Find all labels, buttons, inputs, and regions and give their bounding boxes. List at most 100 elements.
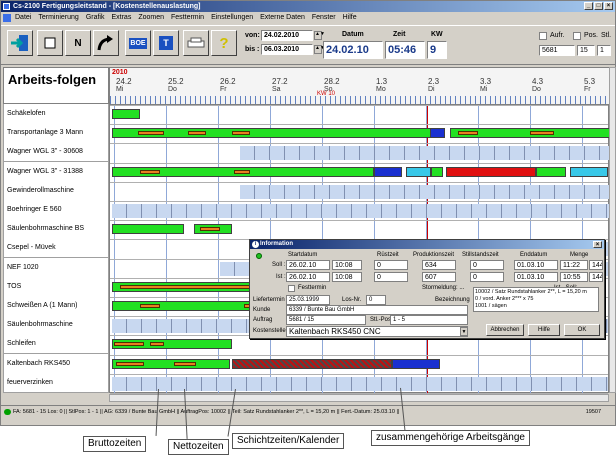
app-icon xyxy=(3,3,10,10)
col-stillstandszeit: Stillstandszeit xyxy=(462,252,499,258)
shift-calendar-cells xyxy=(112,204,610,218)
pos-checkbox[interactable] xyxy=(573,32,581,40)
von-date-field[interactable]: 24.02.2010 xyxy=(261,30,313,41)
operation-bar[interactable] xyxy=(430,128,445,139)
hilfe-button[interactable]: Hilfe xyxy=(528,324,560,336)
aufr-checkbox[interactable] xyxy=(539,32,547,40)
row-label[interactable]: Kaltenbach RKS450 xyxy=(3,353,109,374)
minimize-button[interactable]: _ xyxy=(584,2,593,10)
row-label[interactable]: Csepel - Müvek xyxy=(3,238,109,259)
dialog-close-button[interactable]: × xyxy=(593,241,602,248)
operation-bar[interactable] xyxy=(431,166,443,177)
row-label[interactable]: Säulenbohrmaschine xyxy=(3,315,109,336)
operation-bar[interactable] xyxy=(446,166,536,177)
operation-bar[interactable] xyxy=(374,166,402,177)
soll-prod-field[interactable]: 634 xyxy=(422,260,456,270)
row-label[interactable]: TOS xyxy=(3,276,109,297)
title-bar[interactable]: Cs-2100 Fertigungsleitstand - [Kostenste… xyxy=(1,1,615,12)
extra-field[interactable]: 1 xyxy=(597,45,611,56)
ok-button[interactable]: OK xyxy=(564,324,600,336)
net-time-marker xyxy=(530,131,554,136)
losnr-label: Los-Nr. xyxy=(342,297,362,303)
operation-bar[interactable] xyxy=(392,358,440,369)
abbrechen-button[interactable]: Abbrechen xyxy=(486,324,524,336)
net-time-marker xyxy=(116,361,144,366)
row-label[interactable]: Boehringer E 560 xyxy=(3,200,109,220)
menu-hilfe[interactable]: Hilfe xyxy=(343,12,357,24)
row-label[interactable]: feuerverzinken xyxy=(3,372,109,393)
row-label[interactable]: Wagner WGL 3" - 30608 xyxy=(3,142,109,163)
row-label[interactable]: Gewinderollmaschine xyxy=(3,180,109,201)
bis-spinner[interactable]: ▲▼ xyxy=(314,45,325,54)
row-label[interactable]: Schweißen A (1 Mann) xyxy=(3,296,109,316)
menu-zoomen[interactable]: Zoomen xyxy=(138,12,164,24)
auftrag-field-dialog[interactable]: 5681 / 15 xyxy=(286,315,366,325)
operation-bar[interactable] xyxy=(112,109,140,119)
ist-prod-field[interactable]: 607 xyxy=(422,272,456,282)
menu-fenster[interactable]: Fenster xyxy=(312,12,336,24)
n-button[interactable]: N xyxy=(65,30,91,56)
operation-bar[interactable] xyxy=(536,166,566,177)
soll-start-time-field[interactable]: 10:08 xyxy=(332,260,362,270)
soll-end-time-field[interactable]: 11:22 xyxy=(560,260,588,270)
maximize-button[interactable]: □ xyxy=(594,2,603,10)
ist-menge-field[interactable]: 144 xyxy=(589,272,603,282)
soll-ruest-field[interactable]: 0 xyxy=(374,260,408,270)
soll-still-field[interactable]: 0 xyxy=(470,260,504,270)
ist-ruest-field[interactable]: 0 xyxy=(374,272,408,282)
ist-end-time-field[interactable]: 10:55 xyxy=(560,272,588,282)
redo-button[interactable] xyxy=(93,30,119,56)
soll-menge-field[interactable]: 144 xyxy=(589,260,603,270)
bis-date-field[interactable]: 06.03.2010 xyxy=(261,44,313,55)
gantt-chart[interactable]: 2010 24.2 Mi 25.2 Do 26.2 Fr 27.2 Sa 28.2 So 1.3 Mo… xyxy=(109,67,610,394)
auftrag-field[interactable]: 5681 xyxy=(539,45,575,56)
menu-terminierung[interactable]: Terminierung xyxy=(38,12,78,24)
operation-bar[interactable] xyxy=(406,166,431,177)
menu-einstellungen[interactable]: Einstellungen xyxy=(211,12,253,24)
menu-externe-daten[interactable]: Externe Daten xyxy=(260,12,305,24)
soll-start-field[interactable]: 26.02.10 xyxy=(286,260,330,270)
status-icon xyxy=(4,409,11,415)
exit-button[interactable] xyxy=(7,30,33,56)
bezeichnung-memo[interactable]: 10002 / Satz Rundstahlanker 2**, L = 15,… xyxy=(473,287,599,312)
menu-datei[interactable]: Datei xyxy=(15,12,31,24)
ist-end-field[interactable]: 01.03.10 xyxy=(514,272,558,282)
liefertermin-field[interactable]: 25.03.1999 xyxy=(286,295,330,305)
t-button[interactable]: T xyxy=(153,30,179,56)
row-label[interactable]: Schleifen xyxy=(3,334,109,355)
close-button[interactable]: × xyxy=(604,2,613,10)
operation-bar[interactable] xyxy=(112,224,184,235)
vertical-scrollbar[interactable] xyxy=(609,67,616,393)
kunde-field[interactable]: 6339 / Bunte Bau GmbH xyxy=(286,305,468,315)
soll-end-field[interactable]: 01.03.10 xyxy=(514,260,558,270)
row-label[interactable]: Transportanlage 3 Mann xyxy=(3,123,109,144)
ist-still-field[interactable]: 0 xyxy=(470,272,504,282)
dialog-title-bar[interactable]: i Information × xyxy=(250,240,604,249)
festtermin-checkbox[interactable] xyxy=(288,285,295,292)
menu-festtermin[interactable]: Festtermin xyxy=(171,12,204,24)
losnr-field[interactable]: 0 xyxy=(366,295,386,305)
operation-bar[interactable] xyxy=(570,166,608,177)
row-gridline xyxy=(110,201,608,202)
kostenstelle-select[interactable]: Kaltenbach RKS450 CNC xyxy=(286,326,468,337)
boe-button[interactable]: BOE xyxy=(125,30,151,56)
von-spinner[interactable]: ▲▼ xyxy=(314,31,325,40)
operation-bar[interactable] xyxy=(232,358,392,369)
ist-start-time-field[interactable]: 10:08 xyxy=(332,272,362,282)
date-label: 4.3 xyxy=(532,77,544,86)
ist-start-field[interactable]: 26.02.10 xyxy=(286,272,330,282)
menu-grafik[interactable]: Grafik xyxy=(86,12,105,24)
print-button[interactable] xyxy=(183,30,209,56)
row-label[interactable]: Schäkelofen xyxy=(3,104,109,124)
weekday-label: Mi xyxy=(116,86,124,93)
row-label[interactable]: NEF 1020 xyxy=(3,257,109,278)
weekday-label: Fr xyxy=(584,86,591,93)
chevron-down-icon[interactable]: ▼ xyxy=(460,327,468,336)
row-label[interactable]: Säulenbohrmaschine BS xyxy=(3,219,109,240)
position-field[interactable]: 15 xyxy=(577,45,595,56)
stlpos-field[interactable]: 1 - 5 xyxy=(390,315,468,325)
menu-extras[interactable]: Extras xyxy=(111,12,131,24)
blank-button[interactable] xyxy=(37,30,63,56)
help-button[interactable]: ? xyxy=(211,30,237,56)
row-label[interactable]: Wagner WGL 3" - 31388 xyxy=(3,161,109,182)
